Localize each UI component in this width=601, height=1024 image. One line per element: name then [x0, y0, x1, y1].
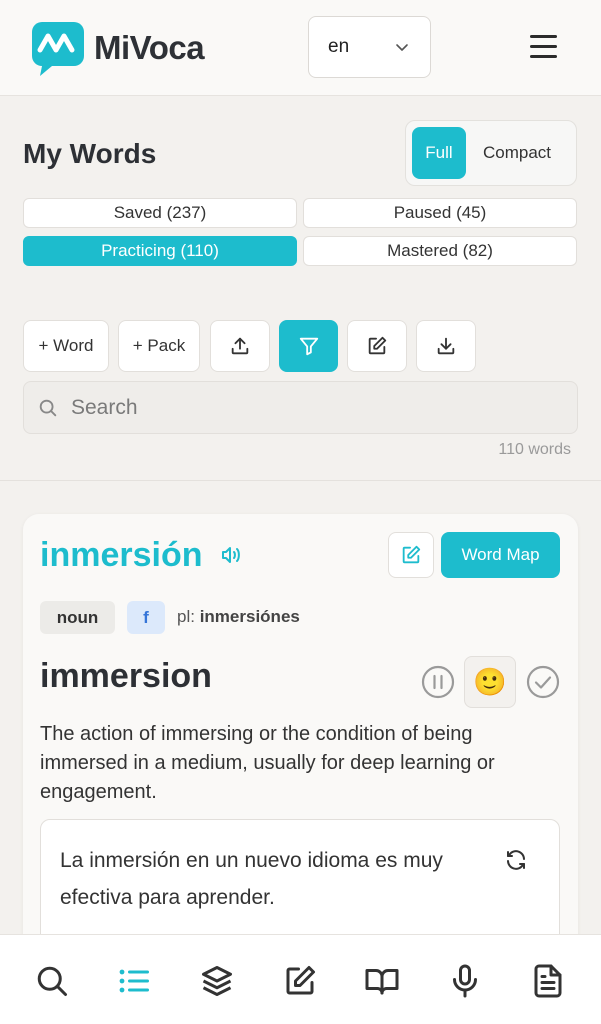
difficulty-emoji-button[interactable]: 🙂 — [464, 656, 516, 708]
plural-form: pl: inmersiónes — [177, 607, 300, 627]
bulk-edit-button[interactable] — [347, 320, 407, 372]
part-of-speech-badge: noun — [40, 601, 115, 634]
tab-saved[interactable]: Saved (237) — [23, 198, 297, 228]
edit-word-button[interactable] — [388, 532, 434, 578]
tab-paused[interactable]: Paused (45) — [303, 198, 577, 228]
speaker-icon[interactable] — [220, 544, 244, 566]
view-compact-button[interactable]: Compact — [483, 143, 551, 163]
definition: The action of immersing or the condition… — [40, 723, 495, 803]
add-pack-button[interactable]: + Pack — [118, 320, 200, 372]
language-select[interactable]: en — [308, 16, 431, 78]
edit-icon — [402, 545, 421, 564]
pause-icon[interactable] — [421, 665, 455, 699]
bottom-navigation — [0, 934, 601, 1024]
download-button[interactable] — [416, 320, 476, 372]
tab-mastered[interactable]: Mastered (82) — [303, 236, 577, 266]
filter-icon — [299, 337, 318, 356]
upload-button[interactable] — [210, 320, 270, 372]
word-map-button[interactable]: Word Map — [441, 532, 560, 578]
filter-button[interactable] — [279, 320, 338, 372]
nav-word-list[interactable] — [114, 961, 154, 1001]
document-icon — [534, 964, 562, 998]
upload-icon — [231, 337, 249, 355]
nav-speaking[interactable] — [445, 961, 485, 1001]
hamburger-menu-icon[interactable] — [530, 35, 560, 59]
chevron-down-icon — [396, 44, 408, 51]
layers-icon — [202, 966, 232, 996]
translation: immersion — [40, 657, 212, 695]
add-word-button[interactable]: + Word — [23, 320, 109, 372]
nav-reading[interactable] — [362, 961, 402, 1001]
divider — [0, 480, 601, 481]
search-input[interactable]: Search — [23, 381, 578, 434]
logo[interactable]: MiVoca — [30, 20, 205, 76]
edit-icon — [286, 966, 315, 995]
nav-packs[interactable] — [197, 961, 237, 1001]
nav-notes[interactable] — [528, 961, 568, 1001]
plural-value: inmersiónes — [199, 607, 300, 626]
emoji-face-icon: 🙂 — [473, 667, 507, 697]
brand-name: MiVoca — [94, 29, 205, 66]
view-toggle: Full Compact — [405, 120, 577, 186]
example-sentence: La inmersión en un nuevo idioma es muy e… — [60, 849, 443, 909]
list-icon — [119, 969, 149, 993]
nav-search[interactable] — [32, 961, 72, 1001]
refresh-icon[interactable] — [504, 848, 528, 872]
view-full-button[interactable]: Full — [412, 127, 466, 179]
app-header: MiVoca en — [0, 0, 601, 96]
word-count: 110 words — [498, 441, 571, 458]
language-value: en — [328, 36, 350, 57]
book-icon — [365, 969, 399, 995]
plural-prefix: pl: — [177, 607, 195, 626]
page-title: My Words — [23, 138, 157, 169]
word-title: inmersión — [40, 536, 203, 574]
logo-mark-icon — [32, 22, 84, 76]
microphone-icon — [453, 964, 477, 998]
check-circle-icon[interactable] — [526, 665, 560, 699]
search-icon — [37, 966, 67, 996]
example-sentence-box: La inmersión en un nuevo idioma es muy e… — [40, 819, 560, 949]
search-icon — [39, 399, 57, 416]
edit-icon — [368, 336, 387, 355]
download-icon — [437, 337, 455, 355]
tab-practicing[interactable]: Practicing (110) — [23, 236, 297, 266]
nav-edit[interactable] — [280, 961, 320, 1001]
gender-badge: f — [127, 601, 165, 634]
search-placeholder: Search — [71, 395, 138, 419]
